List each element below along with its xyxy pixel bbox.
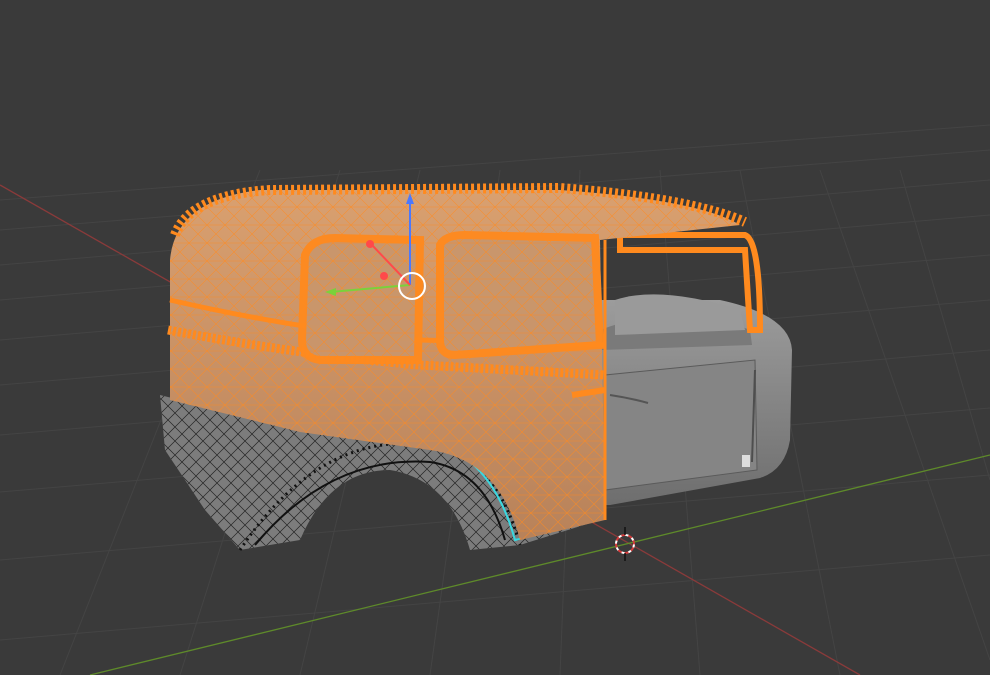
3d-viewport[interactable] [0,0,990,675]
viewport-canvas[interactable] [0,0,990,675]
x-axis-handle-icon[interactable] [366,240,374,248]
car-body-rear[interactable] [600,232,792,505]
